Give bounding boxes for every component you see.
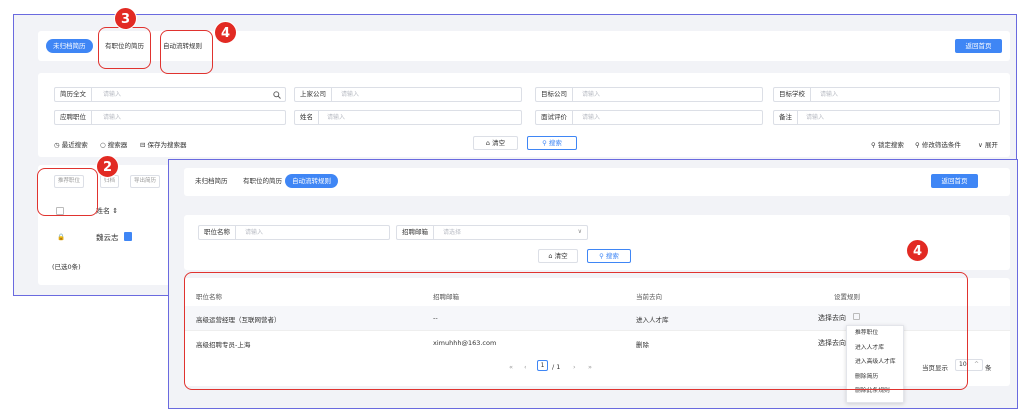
search-icon[interactable] [273,91,281,99]
expand-label: 展开 [984,141,998,149]
highlight-box-tab-position [98,27,151,69]
resume-doc-icon[interactable] [124,232,132,241]
tab-auto-rules[interactable]: 自动流转规则 [285,174,338,188]
step-badge: 4 [906,239,929,262]
lock-search-label: 锁定搜索 [877,141,904,149]
step-badge: 3 [114,7,137,30]
search-tool-link[interactable]: ○ 搜索器 [100,139,127,149]
remark-field[interactable]: 备注 请输入 [773,110,1000,125]
export-resume-button[interactable]: 导出简历 [130,175,161,188]
name-column-label: 姓名 [96,207,110,215]
target-company-field[interactable]: 目标公司 请输入 [535,87,763,102]
field-label: 应聘职位 [55,111,92,124]
tab-with-position[interactable]: 有职位的简历 [236,174,289,188]
return-home-button[interactable]: 返回首页 [955,39,1002,53]
clear-label: 清空 [554,252,568,260]
recent-search-label: 最近搜索 [61,141,88,149]
field-label: 备注 [774,111,798,124]
search-button[interactable]: ⚲ 搜索 [587,249,631,263]
field-placeholder: 请选择 [443,229,462,236]
save-search-link[interactable]: ⊟ 保存为搜索器 [140,139,187,149]
search-label: 搜索 [548,139,562,147]
tab-unarchived[interactable]: 未归档简历 [188,174,235,188]
field-label: 职位名称 [199,226,236,239]
lock-search-link[interactable]: ⚲ 锁定搜索 [871,139,904,149]
name-column-header[interactable]: 姓名 ⇕ [96,206,118,216]
lock-icon: 🔒 [57,233,66,241]
tab-unarchived[interactable]: 未归档简历 [46,39,93,53]
field-label: 简历全文 [55,88,92,101]
target-school-field[interactable]: 目标学校 请输入 [773,87,1000,102]
highlight-box-tab-rules [160,30,213,74]
field-placeholder: 请输入 [245,229,264,236]
field-placeholder: 请输入 [820,91,839,98]
chevron-up-icon: ^ [973,361,979,368]
edit-filter-label: 修改筛选条件 [921,141,961,149]
interview-review-field[interactable]: 面试评价 请输入 [535,110,763,125]
last-company-field[interactable]: 上家公司 请输入 [294,87,522,102]
field-placeholder: 请输入 [327,114,346,121]
field-placeholder: 请输入 [103,91,122,98]
save-search-label: 保存为搜索器 [147,141,187,149]
field-label: 面试评价 [536,111,573,124]
chevron-down-icon: ∨ [577,228,582,235]
applied-position-field[interactable]: 应聘职位 请输入 [54,110,286,125]
search-tool-label: 搜索器 [107,141,128,149]
field-placeholder: 请输入 [806,114,825,121]
field-placeholder: 请输入 [103,114,122,121]
candidate-name[interactable]: 魏云志 [96,232,119,243]
page-size-unit: 条 [985,364,992,372]
search-button[interactable]: ⚲ 搜索 [527,136,577,150]
field-label: 目标公司 [536,88,573,101]
search-panel: 简历全文 请输入 上家公司 请输入 目标公司 请输入 目标学校 请输入 应聘职位… [38,73,1010,157]
field-placeholder: 请输入 [582,91,601,98]
job-name-field[interactable]: 职位名称 请输入 [198,225,390,240]
edit-filter-link[interactable]: ⚲ 修改筛选条件 [915,139,961,149]
rule-search-panel: 职位名称 请输入 招聘邮箱 请选择 ∨ ⌂ 清空 ⚲ 搜索 [184,215,1010,270]
selected-count: (已选0条) [52,263,81,271]
resume-fulltext-field[interactable]: 简历全文 请输入 [54,87,286,102]
field-label: 上家公司 [295,88,332,101]
highlight-box-recommend [37,168,98,216]
tab-bar: 未归档简历 有职位的简历 自动流转规则 返回首页 [184,168,1010,196]
step-badge: 4 [214,21,237,44]
recruit-email-select[interactable]: 招聘邮箱 请选择 ∨ [396,225,588,240]
clear-label: 清空 [492,139,506,147]
field-label: 招聘邮箱 [397,226,434,239]
clear-button[interactable]: ⌂ 清空 [538,249,578,263]
return-home-button[interactable]: 返回首页 [931,174,978,188]
search-label: 搜索 [605,252,619,260]
highlight-box-rules-table [184,272,968,390]
name-field[interactable]: 姓名 请输入 [294,110,522,125]
field-label: 目标学校 [774,88,811,101]
clear-button[interactable]: ⌂ 清空 [473,136,518,150]
expand-link[interactable]: ∨ 展开 [978,139,998,149]
field-placeholder: 请输入 [341,91,360,98]
field-placeholder: 请输入 [582,114,601,121]
recent-search-link[interactable]: ◷ 最近搜索 [54,139,88,149]
step-badge: 2 [96,155,119,178]
field-label: 姓名 [295,111,319,124]
